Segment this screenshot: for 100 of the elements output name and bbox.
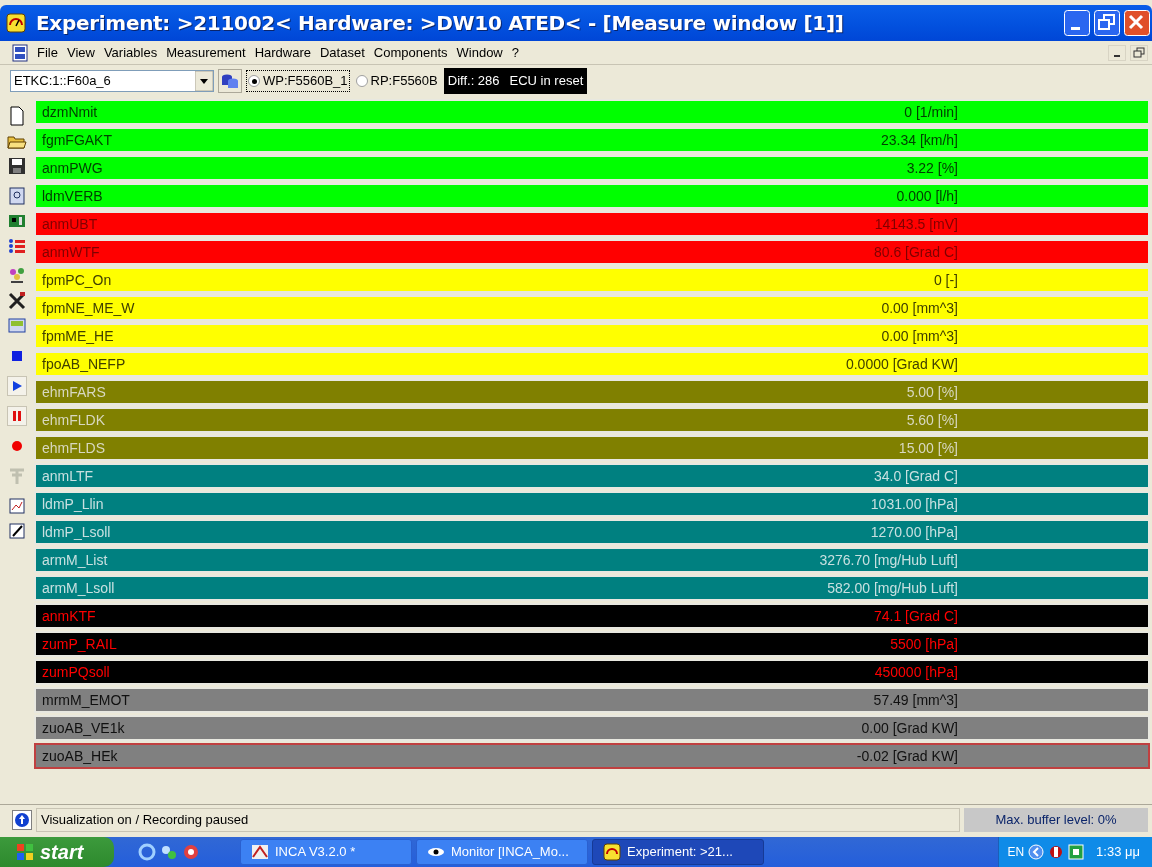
tools-icon[interactable] xyxy=(7,291,27,311)
menu-item[interactable]: File xyxy=(37,42,58,63)
variable-value: 80.6 [Grad C] xyxy=(872,242,959,262)
measurement-row[interactable]: zuoAB_VE1k 0.00 [Grad KW] xyxy=(34,715,1150,741)
menu-item[interactable]: Measurement xyxy=(166,42,246,63)
buffer-level: Max. buffer level: 0% xyxy=(964,807,1148,832)
measurement-row[interactable]: zuoAB_HEk -0.02 [Grad KW] xyxy=(34,743,1150,769)
status-message: Visualization on / Recording paused xyxy=(36,807,960,832)
menu-item[interactable]: View xyxy=(66,42,95,63)
measurement-row[interactable]: armM_List 3276.70 [mg/Hub Luft] xyxy=(34,547,1150,573)
variable-name: zumPQsoll xyxy=(42,662,111,682)
pause-button[interactable] xyxy=(7,406,27,426)
measurement-row[interactable]: fpoAB_NEFP 0.0000 [Grad KW] xyxy=(34,351,1150,377)
taskbar-button[interactable]: INCA V3.2.0 * xyxy=(240,839,412,865)
language-indicator[interactable]: EN xyxy=(1007,843,1025,861)
variable-name: ldmVERB xyxy=(42,186,104,206)
measurement-row[interactable]: mrmM_EMOT 57.49 [mm^3] xyxy=(34,687,1150,713)
measurement-row[interactable]: dzmNmit 0 [1/min] xyxy=(34,99,1150,125)
variable-name: anmLTF xyxy=(42,466,95,486)
variable-value: 57.49 [mm^3] xyxy=(872,690,959,710)
variable-value: 0 [1/min] xyxy=(903,102,959,122)
variable-value: 5.00 [%] xyxy=(905,382,959,402)
variable-name: anmUBT xyxy=(42,214,99,234)
menu-item[interactable]: ? xyxy=(511,42,519,63)
database-button[interactable] xyxy=(218,69,242,93)
variable-name: zumP_RAIL xyxy=(42,634,118,654)
menu-item[interactable]: Dataset xyxy=(320,42,365,63)
menu-item[interactable]: Window xyxy=(456,42,503,63)
ecu-status: ECU in reset xyxy=(509,72,584,91)
variable-value: 582.00 [mg/Hub Luft] xyxy=(826,578,959,598)
variable-value: 0.0000 [Grad KW] xyxy=(844,354,959,374)
measurement-row[interactable]: ldmP_Lsoll 1270.00 [hPa] xyxy=(34,519,1150,545)
variable-value: 3.22 [%] xyxy=(905,158,959,178)
measurement-row[interactable]: fgmFGAKT 23.34 [km/h] xyxy=(34,127,1150,153)
variable-name: anmKTF xyxy=(42,606,97,626)
measurement-row[interactable]: fpmNE_ME_W 0.00 [mm^3] xyxy=(34,295,1150,321)
variable-name: fpmNE_ME_W xyxy=(42,298,136,318)
taskbar-button[interactable]: Experiment: >21... xyxy=(592,839,764,865)
variable-name: ehmFARS xyxy=(42,382,107,402)
variable-name: armM_Lsoll xyxy=(42,578,116,598)
measurement-row[interactable]: fpmME_HE 0.00 [mm^3] xyxy=(34,323,1150,349)
menu-item[interactable]: Variables xyxy=(103,42,158,63)
play-button[interactable] xyxy=(7,376,27,396)
page-radio[interactable]: RP:F5560B xyxy=(353,70,440,92)
minimize-button[interactable] xyxy=(1108,44,1126,61)
windows-logo-icon xyxy=(16,843,34,861)
measurement-row[interactable]: anmLTF 34.0 [Grad C] xyxy=(34,463,1150,489)
variable-value: 34.0 [Grad C] xyxy=(872,466,959,486)
variable-name: ehmFLDS xyxy=(42,438,107,458)
document-icon xyxy=(12,43,28,62)
monitor-icon[interactable] xyxy=(7,186,27,206)
variable-name: anmWTF xyxy=(42,242,101,262)
variable-value: 0.00 [mm^3] xyxy=(880,326,959,346)
network-icon[interactable] xyxy=(7,266,27,286)
gauge-icon xyxy=(603,843,621,861)
variable-value: 15.00 [%] xyxy=(897,438,959,458)
measurement-row[interactable]: ldmP_Llin 1031.00 [hPa] xyxy=(34,491,1150,517)
variable-name: dzmNmit xyxy=(42,102,99,122)
network-status-icon[interactable] xyxy=(1068,844,1085,860)
variable-name: zuoAB_VE1k xyxy=(42,718,126,738)
menu-item[interactable]: Components xyxy=(373,42,448,63)
variable-name: anmPWG xyxy=(42,158,104,178)
variable-name: mrmM_EMOT xyxy=(42,690,131,710)
diff-label: Diff.: 286 xyxy=(447,72,500,91)
measurement-row[interactable]: zumP_RAIL 5500 [hPa] xyxy=(34,631,1150,657)
variable-name: fpmPC_On xyxy=(42,270,113,290)
display-icon[interactable] xyxy=(7,316,27,336)
variable-value: 14143.5 [mV] xyxy=(873,214,959,234)
measurement-row[interactable]: anmPWG 3.22 [%] xyxy=(34,155,1150,181)
clock: 1:33 μμ xyxy=(1096,843,1140,862)
taskbar-button[interactable]: Monitor [INCA_Mo... xyxy=(416,839,588,865)
media-icon[interactable] xyxy=(182,843,200,861)
variable-value: 0 [-] xyxy=(932,270,959,290)
info-icon xyxy=(12,809,32,830)
save-icon[interactable] xyxy=(7,156,27,176)
measurement-row[interactable]: ldmVERB 0.000 [l/h] xyxy=(34,183,1150,209)
chart-icon[interactable] xyxy=(7,496,27,516)
edit-icon[interactable] xyxy=(7,521,27,541)
restore-button[interactable] xyxy=(1130,44,1148,61)
list-icon[interactable] xyxy=(7,236,27,256)
variable-value: 1270.00 [hPa] xyxy=(869,522,959,542)
browser-icon[interactable] xyxy=(138,843,156,861)
variable-value: -0.02 [Grad KW] xyxy=(855,746,959,766)
page-radio[interactable]: WP:F5560B_1 xyxy=(246,70,350,92)
variable-value: 0.00 [Grad KW] xyxy=(860,718,959,738)
network-icon[interactable] xyxy=(160,843,178,861)
new-file-icon[interactable] xyxy=(7,106,27,126)
measurement-row[interactable]: fpmPC_On 0 [-] xyxy=(34,267,1150,293)
measurement-row[interactable]: anmKTF 74.1 [Grad C] xyxy=(34,603,1150,629)
measurement-row[interactable]: zumPQsoll 450000 [hPa] xyxy=(34,659,1150,685)
dropdown-arrow-icon xyxy=(195,71,213,91)
close-button[interactable] xyxy=(1124,10,1150,36)
variable-value: 5500 [hPa] xyxy=(889,634,959,654)
menu-item[interactable]: Hardware xyxy=(254,42,311,63)
variable-value: 23.34 [km/h] xyxy=(879,130,959,150)
start-button[interactable]: start xyxy=(0,837,114,867)
measurement-row[interactable]: armM_Lsoll 582.00 [mg/Hub Luft] xyxy=(34,575,1150,601)
device-dropdown[interactable]: ETKC:1::F60a_6 xyxy=(10,70,214,92)
variable-name: fpmME_HE xyxy=(42,326,115,346)
variable-name: fpoAB_NEFP xyxy=(42,354,127,374)
